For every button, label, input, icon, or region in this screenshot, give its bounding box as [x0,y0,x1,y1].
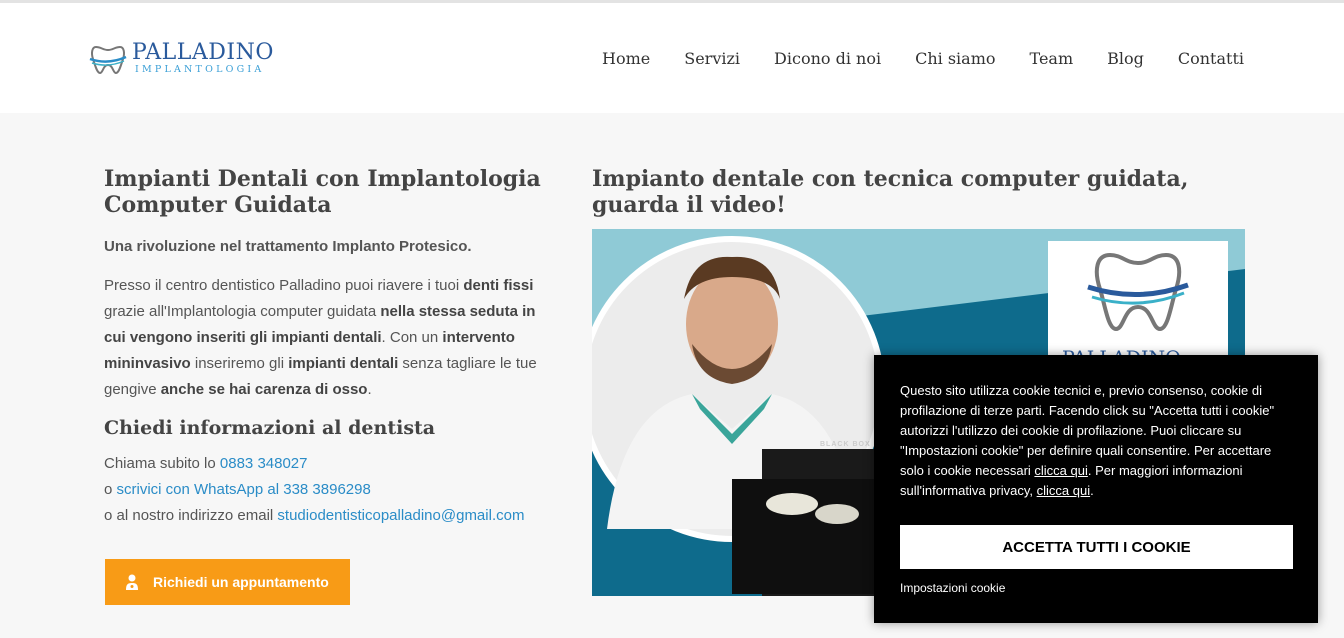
tooth-logo-icon [1087,252,1189,332]
appointment-button-label: Richiedi un appuntamento [153,574,329,590]
email-prefix: o al nostro indirizzo email [104,507,278,524]
text-span: inseriremo gli [190,355,289,372]
logo-subtitle: IMPLANTOLOGIA [135,64,265,75]
cookie-click-here-link[interactable]: clicca qui [1037,483,1090,498]
text-span: . Con un [381,329,443,346]
intro-section: Impianti Dentali con Implantologia Compu… [104,166,544,529]
page-title: Impianti Dentali con Implantologia Compu… [104,166,541,218]
email-link[interactable]: studiodentisticopalladino@gmail.com [277,507,524,524]
site-header: PALLADINO IMPLANTOLOGIA Home Servizi Dicon… [0,3,1344,113]
contact-block: Chiama subito lo 0883 348027 o scrivici … [104,451,544,529]
video-title: Impianto dentale con tecnica computer gu… [592,166,1189,218]
logo-name: PALLADINO [132,40,274,65]
nav-item-chi-siamo[interactable]: Chi siamo [915,49,995,68]
cookie-message: Questo sito utilizza cookie tecnici e, p… [900,381,1292,501]
email-line: o al nostro indirizzo email studiodentis… [104,503,544,529]
nav-item-blog[interactable]: Blog [1107,49,1144,68]
nav-item-team[interactable]: Team [1030,49,1074,68]
main-nav: Home Servizi Dicono di noi Chi siamo Team Blo… [568,49,1244,68]
black-box-label: BLACK BOX [820,441,871,448]
lead-text: Una rivoluzione nel trattamento Implanto… [104,238,472,255]
site-logo[interactable]: PALLADINO IMPLANTOLOGIA [88,39,298,81]
cookie-banner: Questo sito utilizza cookie tecnici e, p… [874,355,1318,623]
phone-link[interactable]: 0883 348027 [220,455,308,472]
text-span: Presso il centro dentistico Palladino pu… [104,277,464,294]
user-doctor-icon [126,574,138,590]
cookie-text: . [1090,483,1094,498]
nav-item-contatti[interactable]: Contatti [1178,49,1244,68]
phone-line: Chiama subito lo 0883 348027 [104,451,544,477]
cookie-settings-link[interactable]: Impostazioni cookie [900,581,1005,595]
intro-paragraph: Presso il centro dentistico Palladino pu… [104,273,544,403]
whatsapp-line: o scrivici con WhatsApp al 338 3896298 [104,477,544,503]
nav-item-servizi[interactable]: Servizi [684,49,740,68]
whatsapp-link[interactable]: scrivici con WhatsApp al 338 3896298 [117,481,371,498]
cookie-click-here-link[interactable]: clicca qui [1034,463,1087,478]
bold-text: anche se hai carenza di osso [160,381,368,398]
bold-text: impianti dentali [288,355,399,372]
accept-all-cookies-button[interactable]: ACCETTA TUTTI I COOKIE [900,525,1293,569]
appointment-button[interactable]: Richiedi un appuntamento [105,559,350,605]
nav-item-dicono-di-noi[interactable]: Dicono di noi [774,49,881,68]
text-span: . [367,381,372,398]
tooth-logo-icon [89,45,127,75]
whatsapp-prefix: o [104,481,117,498]
bold-text: denti fissi [463,277,534,294]
phone-prefix: Chiama subito lo [104,455,220,472]
nav-item-home[interactable]: Home [602,49,650,68]
contact-heading: Chiedi informazioni al dentista [104,417,436,439]
text-span: grazie all'Implantologia computer guidat… [104,303,381,320]
